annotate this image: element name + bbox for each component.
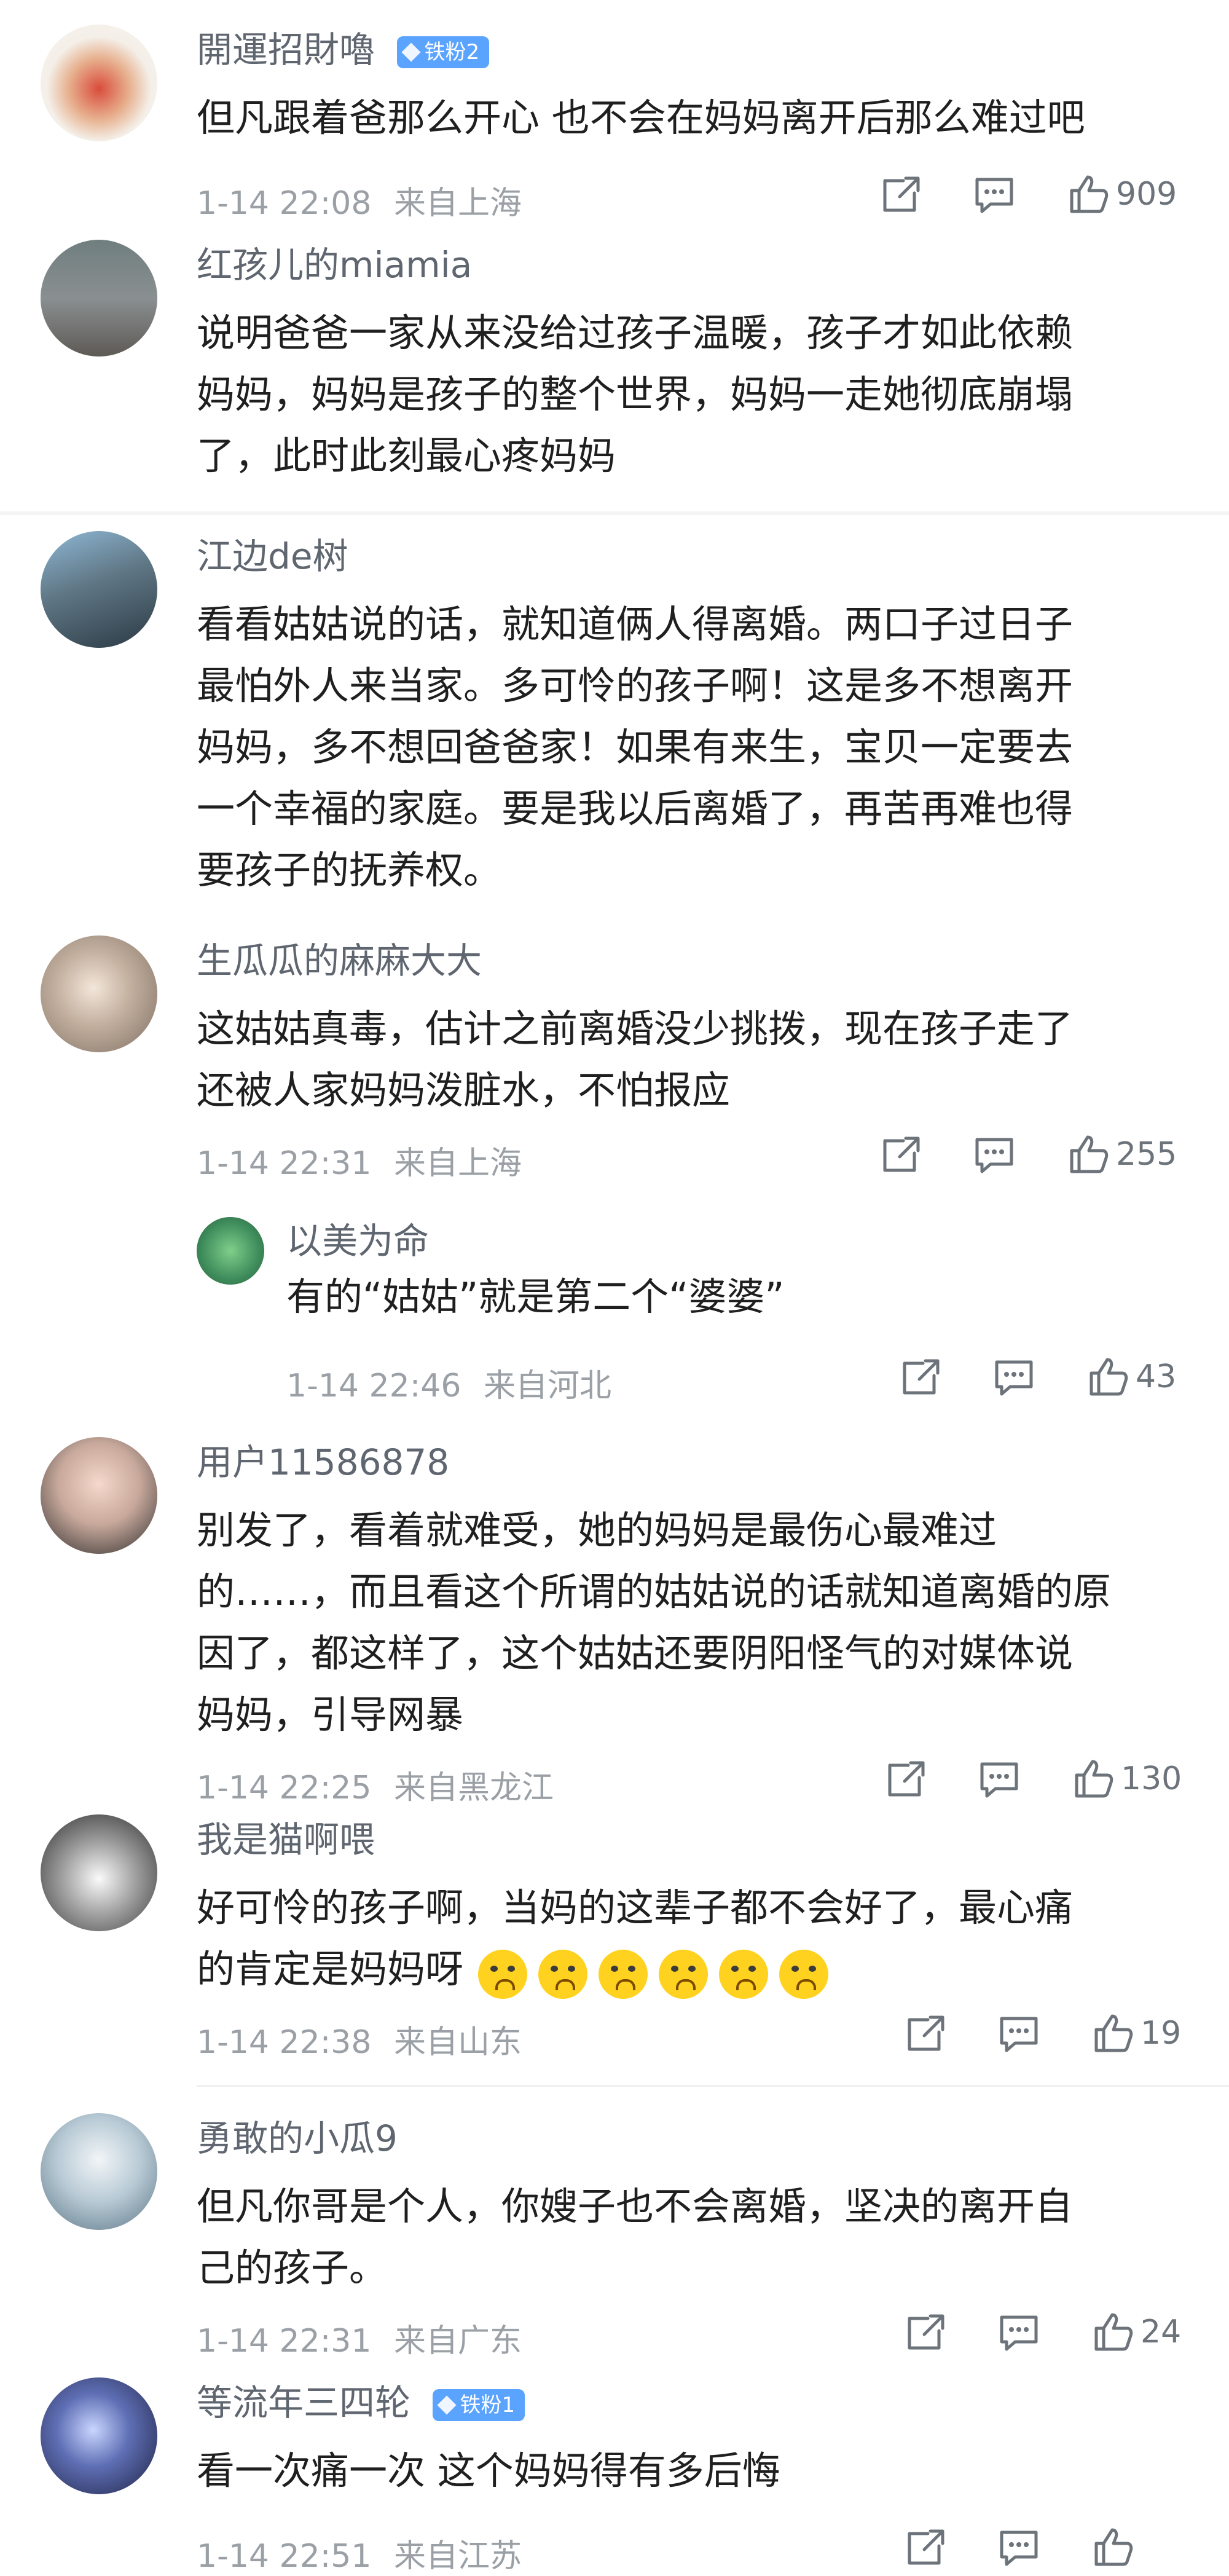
- comment-meta: 1-14 22:51 来自江苏: [197, 2538, 522, 2575]
- like-count: 255: [1116, 1136, 1177, 1173]
- comment-actions: 255: [879, 1132, 1177, 1176]
- comment-icon[interactable]: [992, 1355, 1036, 1399]
- crying-emoji-icon: [719, 1949, 769, 1999]
- comment-meta: 1-14 22:31 来自广东: [197, 2323, 522, 2360]
- comment-actions: [903, 2525, 1134, 2569]
- comment-text: 说明爸爸一家从来没给过孩子温暖，孩子才如此依赖 妈妈，妈妈是孩子的整个世界，妈妈…: [197, 310, 1074, 478]
- diamond-icon: [437, 2395, 457, 2415]
- divider: [0, 511, 1229, 515]
- username[interactable]: 用户11586878: [197, 1441, 449, 1484]
- avatar[interactable]: [41, 1814, 157, 1931]
- share-icon[interactable]: [884, 1757, 928, 1801]
- comment-text: 好可怜的孩子啊，当妈的这辈子都不会好了，最心痛 的肯定是妈妈呀: [197, 1877, 1180, 2003]
- share-icon[interactable]: [879, 1132, 923, 1176]
- comment-actions: 43: [898, 1355, 1176, 1399]
- like-count: 19: [1141, 2015, 1182, 2052]
- like-count: 43: [1136, 1358, 1177, 1395]
- comment-icon[interactable]: [997, 2525, 1041, 2569]
- avatar[interactable]: [41, 2113, 157, 2230]
- username[interactable]: 我是猫啊喂: [197, 1818, 375, 1861]
- like-icon[interactable]: [1066, 172, 1110, 216]
- comment-meta: 1-14 22:25 来自黑龙江: [197, 1770, 554, 1806]
- username[interactable]: 红孩儿的miamia: [197, 243, 472, 286]
- avatar[interactable]: [197, 1217, 264, 1285]
- username[interactable]: 等流年三四轮 铁粉1: [197, 2381, 525, 2424]
- avatar[interactable]: [41, 2377, 157, 2494]
- username[interactable]: 生瓜瓜的麻麻大大: [197, 939, 482, 982]
- comment-icon[interactable]: [977, 1757, 1021, 1801]
- like-icon[interactable]: [1070, 1757, 1115, 1801]
- username[interactable]: 勇敢的小瓜9: [197, 2117, 398, 2160]
- comment-meta: 1-14 22:08 来自上海: [197, 185, 522, 222]
- fan-badge: 铁粉2: [397, 36, 490, 68]
- like-icon[interactable]: [1090, 2310, 1134, 2354]
- comment-actions: 130: [884, 1757, 1182, 1801]
- comment-text: 这姑姑真毒，估计之前离婚没少挑拨，现在孩子走了 还被人家妈妈泼脏水，不怕报应: [197, 1006, 1074, 1113]
- like-icon[interactable]: [1090, 2011, 1134, 2055]
- like-icon[interactable]: [1085, 1355, 1129, 1399]
- like-count: 24: [1141, 2314, 1182, 2350]
- comment-icon[interactable]: [997, 2011, 1041, 2055]
- comment-actions: 24: [903, 2310, 1181, 2354]
- like-icon[interactable]: [1066, 1132, 1110, 1176]
- crying-emoji-icon: [478, 1949, 528, 1999]
- like-icon[interactable]: [1090, 2525, 1134, 2569]
- username[interactable]: 江边de树: [197, 535, 348, 578]
- share-icon[interactable]: [903, 2011, 948, 2055]
- crying-emoji-icon: [659, 1949, 709, 1999]
- comment-meta: 1-14 22:46 来自河北: [286, 1368, 611, 1404]
- avatar[interactable]: [41, 240, 157, 356]
- comment-text: 看一次痛一次 这个妈妈得有多后悔: [197, 2448, 780, 2493]
- comment-text: 但凡跟着爸那么开心 也不会在妈妈离开后那么难过吧: [197, 95, 1085, 140]
- username[interactable]: 開運招財嚕 铁粉2: [197, 28, 490, 71]
- comment-icon[interactable]: [972, 1132, 1016, 1176]
- comment-text: 别发了，看着就难受，她的妈妈是最伤心最难过 的……，而且看这个所谓的姑姑说的话就…: [197, 1508, 1112, 1737]
- avatar[interactable]: [41, 25, 157, 141]
- diamond-icon: [401, 42, 422, 62]
- comment-icon[interactable]: [972, 172, 1016, 216]
- share-icon[interactable]: [903, 2310, 948, 2354]
- crying-emoji-icon: [599, 1949, 648, 1999]
- crying-emoji-icon: [538, 1949, 588, 1999]
- comment-actions: 19: [903, 2011, 1181, 2055]
- comment-text: 有的“姑姑”就是第二个“婆婆”: [286, 1274, 785, 1319]
- share-icon[interactable]: [898, 1355, 943, 1399]
- comment-actions: 909: [879, 172, 1177, 216]
- comment-icon[interactable]: [997, 2310, 1041, 2354]
- divider: [197, 2085, 1229, 2087]
- comment-meta: 1-14 22:38 来自山东: [197, 2024, 522, 2061]
- share-icon[interactable]: [903, 2525, 948, 2569]
- like-count: 909: [1116, 176, 1177, 213]
- crying-emoji-icon: [779, 1949, 829, 1999]
- share-icon[interactable]: [879, 172, 923, 216]
- avatar[interactable]: [41, 531, 157, 648]
- like-count: 130: [1121, 1760, 1182, 1797]
- comment-text: 但凡你哥是个人，你嫂子也不会离婚，坚决的离开自 己的孩子。: [197, 2184, 1074, 2290]
- fan-badge: 铁粉1: [433, 2389, 525, 2421]
- avatar[interactable]: [41, 1437, 157, 1554]
- comment-meta: 1-14 22:31 来自上海: [197, 1145, 522, 1182]
- comment-text: 看看姑姑说的话，就知道俩人得离婚。两口子过日子 最怕外人来当家。多可怜的孩子啊！…: [197, 602, 1074, 892]
- avatar[interactable]: [41, 935, 157, 1052]
- crying-emoji-group: [478, 1941, 839, 2003]
- username[interactable]: 以美为命: [286, 1219, 429, 1262]
